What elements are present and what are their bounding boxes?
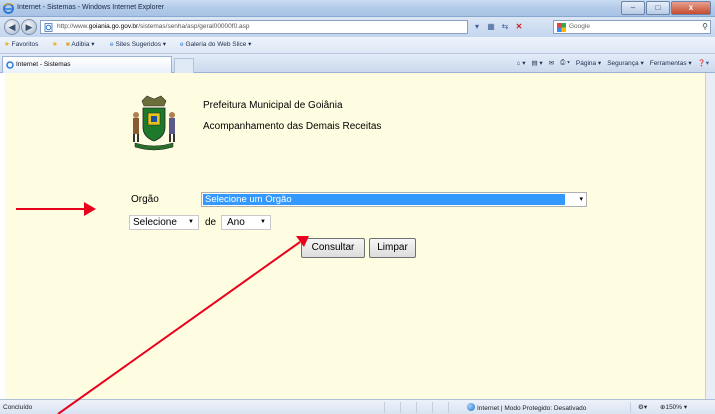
tools-menu[interactable]: Ferramentas ▾: [650, 59, 692, 67]
maximize-button[interactable]: □: [646, 1, 670, 15]
favorites-button[interactable]: ★ Favoritos: [4, 40, 38, 48]
home-icon[interactable]: ⌂ ▾: [516, 59, 525, 67]
month-select-value: Selecione: [133, 217, 177, 228]
url-text: http://www.goiania.go.gov.br/sistemas/se…: [57, 23, 250, 30]
window-border: [705, 73, 715, 399]
compatibility-icon[interactable]: ▦: [484, 20, 498, 34]
address-bar: ◀ ▶ http://www.goiania.go.gov.br/sistema…: [0, 17, 715, 37]
chevron-down-icon: ▾: [579, 196, 583, 203]
year-select-value: Ano: [227, 217, 245, 228]
limpar-button[interactable]: Limpar: [369, 238, 416, 258]
chevron-down-icon: ▼: [260, 219, 266, 225]
orgao-label: Orgão: [131, 194, 159, 205]
search-placeholder: Google: [569, 23, 590, 30]
goiania-crest-logo: [133, 95, 175, 151]
adibia-link[interactable]: ■ Adibia ▾: [66, 40, 95, 48]
tab-bar: Internet - Sistemas ⌂ ▾ ▤ ▾ ✉ ⎙ ▾ Página…: [0, 54, 715, 73]
suggested-sites-link[interactable]: e Sites Sugeridos ▾: [110, 40, 166, 48]
favorites-bar: ★ Favoritos ★ ■ Adibia ▾ e Sites Sugerid…: [0, 37, 715, 54]
page-subtitle: Acompanhamento das Demais Receitas: [203, 121, 382, 132]
security-zone[interactable]: Internet | Modo Protegido: Desativado: [467, 403, 586, 412]
mail-icon[interactable]: ✉: [549, 59, 554, 67]
url-input[interactable]: http://www.goiania.go.gov.br/sistemas/se…: [40, 20, 468, 34]
status-text: Concluído: [3, 404, 33, 411]
status-bar: Concluído Internet | Modo Protegido: Des…: [0, 399, 715, 414]
globe-icon: [467, 403, 475, 411]
orgao-select-value: Selecione um Orgão: [203, 194, 565, 205]
add-favorite-icon[interactable]: ★: [52, 40, 58, 48]
year-select[interactable]: Ano ▼: [221, 215, 271, 230]
protected-mode-icon[interactable]: ⚙▾: [638, 403, 647, 411]
page-icon: [44, 23, 53, 32]
orgao-select[interactable]: Selecione um Orgão ▾: [201, 192, 587, 207]
tab-internet-sistemas[interactable]: Internet - Sistemas: [2, 56, 172, 73]
new-tab-button[interactable]: [174, 58, 194, 73]
ie-logo-icon: [6, 61, 14, 69]
status-divider: [384, 402, 396, 413]
title-bar: Internet - Sistemas - Windows Internet E…: [0, 0, 715, 17]
consultar-button[interactable]: Consultar: [301, 238, 365, 258]
search-input[interactable]: Google ⚲: [553, 20, 711, 34]
back-button[interactable]: ◀: [4, 19, 20, 35]
status-divider: [432, 402, 444, 413]
chevron-down-icon: ▼: [188, 219, 194, 225]
google-icon: [557, 23, 566, 32]
tab-label: Internet - Sistemas: [16, 61, 71, 68]
feeds-icon[interactable]: ▤ ▾: [531, 59, 542, 67]
refresh-icon[interactable]: ⇆: [498, 20, 512, 34]
arrow-right-icon: ▶: [25, 22, 33, 32]
forward-button[interactable]: ▶: [21, 19, 37, 35]
magnifier-icon[interactable]: ⚲: [702, 22, 708, 31]
window-title: Internet - Sistemas - Windows Internet E…: [17, 4, 165, 11]
close-button[interactable]: x: [671, 1, 711, 15]
ie-logo-icon: [3, 3, 14, 14]
status-divider: [448, 402, 460, 413]
print-icon[interactable]: ⎙ ▾: [560, 59, 570, 67]
org-name: Prefeitura Municipal de Goiânia: [203, 100, 343, 111]
ie-link-icon: e: [180, 41, 184, 48]
de-label: de: [205, 217, 217, 228]
stop-icon[interactable]: ✕: [512, 20, 526, 34]
folder-icon: ■: [66, 41, 70, 48]
page-content: Prefeitura Municipal de Goiânia Acompanh…: [5, 73, 705, 399]
star-icon: ★: [4, 41, 10, 48]
help-icon[interactable]: ❓▾: [698, 59, 709, 67]
month-select[interactable]: Selecione ▼: [129, 215, 199, 230]
arrow-left-icon: ◀: [8, 22, 16, 32]
status-divider: [400, 402, 412, 413]
minimize-button[interactable]: –: [621, 1, 645, 15]
web-slice-gallery-link[interactable]: e Galeria do Web Slice ▾: [180, 40, 251, 48]
security-menu[interactable]: Segurança ▾: [607, 59, 644, 67]
zoom-level[interactable]: ⊕150% ▾: [660, 403, 687, 411]
page-menu[interactable]: Página ▾: [576, 59, 601, 67]
dropdown-icon[interactable]: ▾: [470, 20, 484, 34]
status-divider: [416, 402, 428, 413]
ie-link-icon: e: [110, 41, 114, 48]
